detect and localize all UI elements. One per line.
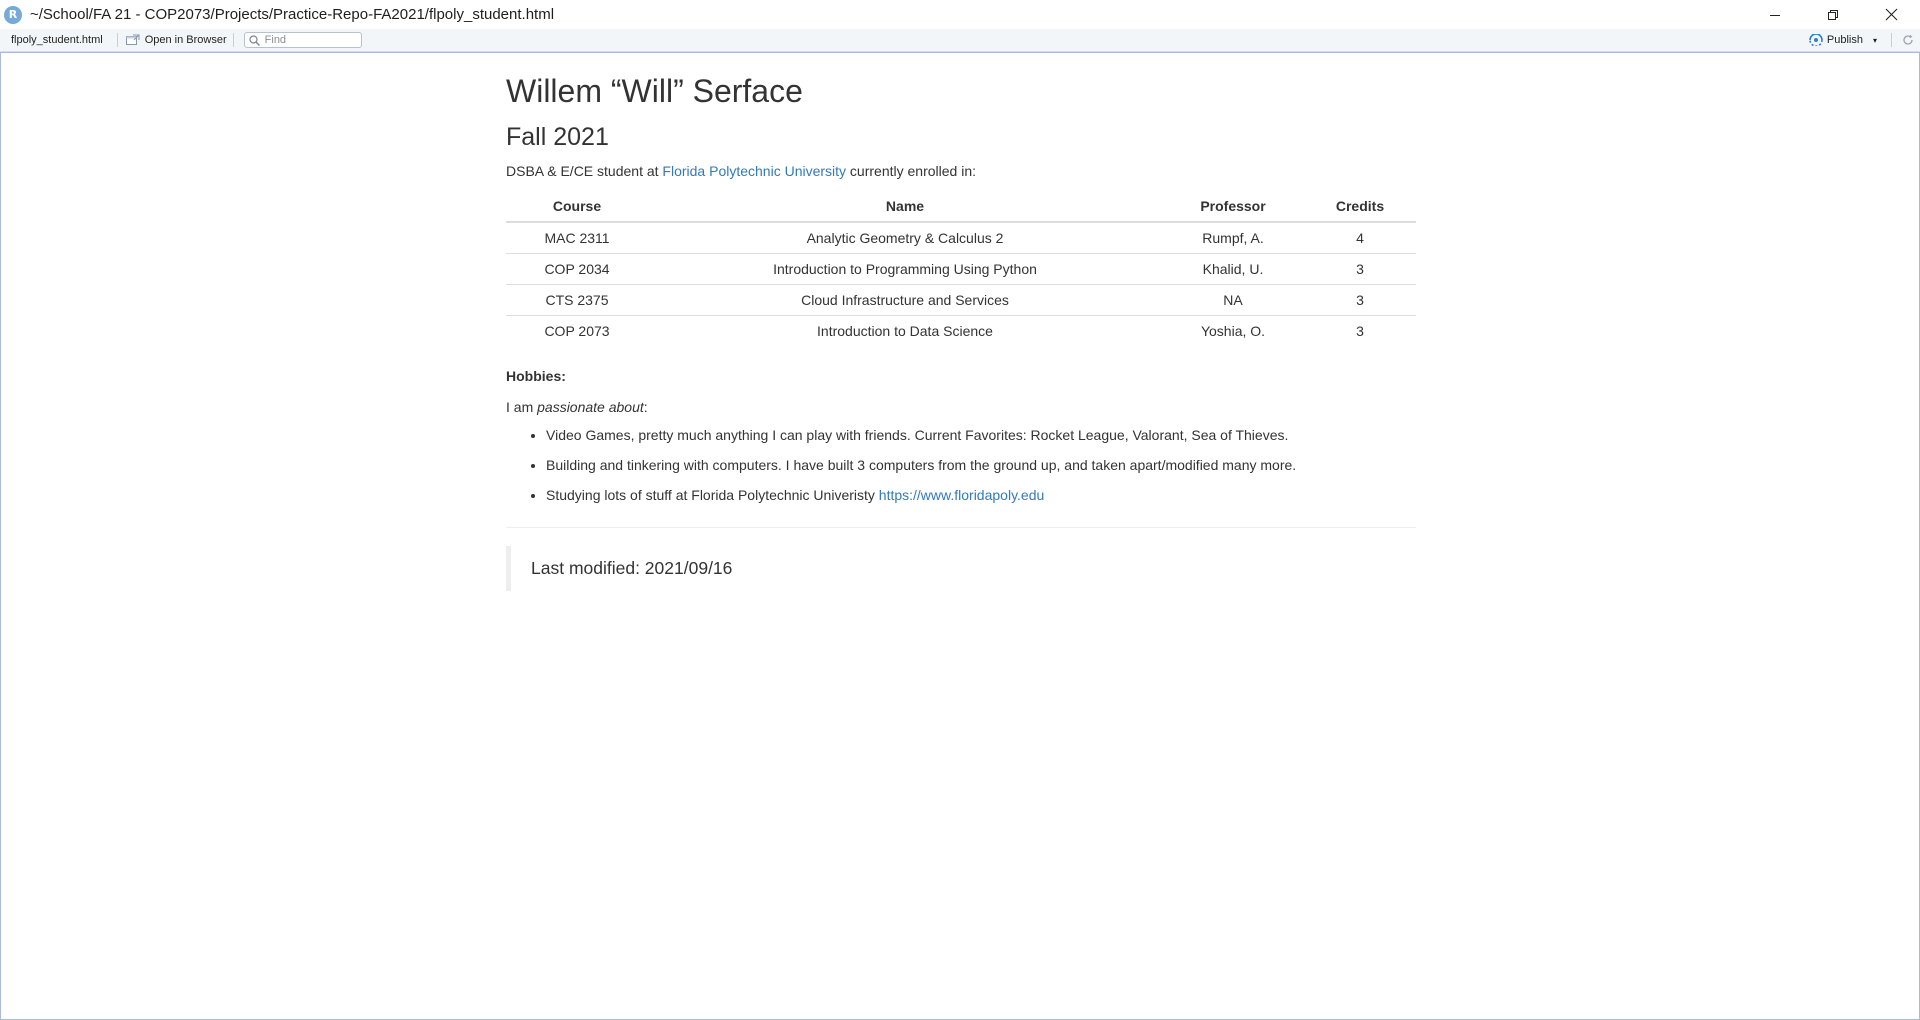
course-code-cell: COP 2073 bbox=[544, 323, 610, 339]
course-code-cell: MAC 2311 bbox=[506, 222, 648, 254]
restore-button[interactable] bbox=[1804, 0, 1862, 29]
window-controls bbox=[1746, 0, 1920, 29]
viewer-toolbar: flpoly_student.html Open in Browser Find… bbox=[0, 29, 1920, 52]
hobbies-heading: Hobbies: bbox=[506, 368, 566, 384]
column-header-credits: Credits bbox=[1304, 190, 1416, 223]
r-app-icon: R bbox=[4, 5, 22, 24]
table-row: CTS 2375 Cloud Infrastructure and Servic… bbox=[506, 284, 1416, 316]
credits-cell: 4 bbox=[1304, 222, 1416, 254]
close-icon bbox=[1885, 8, 1897, 21]
hobby-text: Studying lots of stuff at Florida Polyte… bbox=[546, 487, 879, 503]
professor-cell: Khalid, U. bbox=[1162, 253, 1304, 285]
professor-cell: Yoshia, O. bbox=[1200, 323, 1266, 339]
credits-cell: 3 bbox=[1356, 323, 1364, 339]
passion-paragraph: I am passionate about: bbox=[506, 399, 648, 415]
table-row: MAC 2311 Analytic Geometry & Calculus 2 … bbox=[506, 222, 1416, 254]
window-title: ~/School/FA 21 - COP2073/Projects/Practi… bbox=[30, 6, 555, 23]
last-modified-text: Last modified: 2021/09/16 bbox=[531, 558, 733, 578]
refresh-button[interactable] bbox=[1902, 34, 1914, 46]
rstudio-viewer-window: R ~/School/FA 21 - COP2073/Projects/Prac… bbox=[0, 0, 1920, 1020]
intro-text-prefix: DSBA & E/CE student at bbox=[506, 163, 663, 179]
hobby-text: Building and tinkering with computers. I… bbox=[546, 457, 1297, 473]
floridapoly-url-link[interactable]: https://www.floridapoly.edu bbox=[879, 487, 1045, 503]
page-title: Willem “Will” Serface bbox=[506, 73, 803, 109]
list-item: Studying lots of stuff at Florida Polyte… bbox=[546, 480, 1416, 510]
toolbar-divider bbox=[1891, 33, 1892, 47]
table-header-row: Course Name Professor Credits bbox=[506, 190, 1416, 223]
horizontal-divider bbox=[506, 527, 1416, 528]
courses-table: Course Name Professor Credits MAC 2311 A… bbox=[506, 190, 1416, 346]
list-item: Building and tinkering with computers. I… bbox=[546, 450, 1416, 480]
university-link[interactable]: Florida Polytechnic University bbox=[662, 163, 846, 179]
publish-icon bbox=[1809, 34, 1823, 46]
publish-label: Publish bbox=[1826, 34, 1863, 46]
course-code-cell: COP 2034 bbox=[506, 253, 648, 285]
course-name-cell: Analytic Geometry & Calculus 2 bbox=[648, 222, 1162, 254]
column-header-professor: Professor bbox=[1162, 190, 1304, 223]
course-name-cell: Cloud Infrastructure and Services bbox=[648, 284, 1162, 316]
hobby-text: Video Games, pretty much anything I can … bbox=[546, 427, 1289, 443]
passion-suffix: : bbox=[643, 399, 648, 415]
intro-paragraph: DSBA & E/CE student at Florida Polytechn… bbox=[506, 163, 976, 179]
minimize-icon bbox=[1770, 14, 1780, 16]
minimize-button[interactable] bbox=[1746, 0, 1804, 29]
toolbar-right: Publish ▾ bbox=[1809, 29, 1920, 51]
course-name-cell: Introduction to Data Science bbox=[817, 323, 993, 339]
toolbar-divider bbox=[116, 33, 118, 47]
course-name-cell: Introduction to Programming Using Python bbox=[648, 253, 1162, 285]
passion-emphasis: passionate about bbox=[537, 399, 644, 415]
open-in-browser-label: Open in Browser bbox=[144, 34, 227, 46]
credits-cell: 3 bbox=[1304, 284, 1416, 316]
table-row: COP 2034 Introduction to Programming Usi… bbox=[506, 253, 1416, 285]
page-subtitle: Fall 2021 bbox=[506, 123, 609, 151]
html-viewer-pane[interactable]: Willem “Will” Serface Fall 2021 DSBA & E… bbox=[0, 52, 1920, 1020]
title-bar: R ~/School/FA 21 - COP2073/Projects/Prac… bbox=[0, 0, 1920, 29]
chevron-down-icon: ▾ bbox=[1872, 35, 1877, 45]
course-code-cell: CTS 2375 bbox=[506, 284, 648, 316]
professor-cell: Rumpf, A. bbox=[1162, 222, 1304, 254]
close-button[interactable] bbox=[1862, 0, 1920, 29]
table-row: COP 2073 Introduction to Data Science Yo… bbox=[506, 316, 1416, 347]
passion-prefix: I am bbox=[506, 399, 538, 415]
publish-button[interactable]: Publish ▾ bbox=[1809, 34, 1877, 46]
find-input[interactable] bbox=[264, 34, 355, 46]
refresh-icon bbox=[1903, 34, 1913, 45]
toolbar-divider bbox=[232, 33, 234, 47]
open-in-browser-button[interactable]: Open in Browser bbox=[125, 34, 227, 46]
find-box[interactable] bbox=[243, 32, 362, 48]
file-name-label: flpoly_student.html bbox=[11, 34, 103, 46]
search-icon bbox=[249, 34, 260, 46]
intro-text-suffix: currently enrolled in: bbox=[846, 163, 976, 179]
professor-cell: NA bbox=[1162, 284, 1304, 316]
list-item: Video Games, pretty much anything I can … bbox=[546, 420, 1416, 450]
credits-cell: 3 bbox=[1304, 253, 1416, 285]
restore-icon bbox=[1828, 9, 1838, 20]
open-in-browser-icon bbox=[125, 34, 140, 45]
hobby-list: Video Games, pretty much anything I can … bbox=[506, 420, 1416, 510]
column-header-name: Name bbox=[648, 190, 1162, 223]
column-header-course: Course bbox=[506, 190, 648, 223]
last-modified-blockquote: Last modified: 2021/09/16 bbox=[506, 546, 1416, 591]
